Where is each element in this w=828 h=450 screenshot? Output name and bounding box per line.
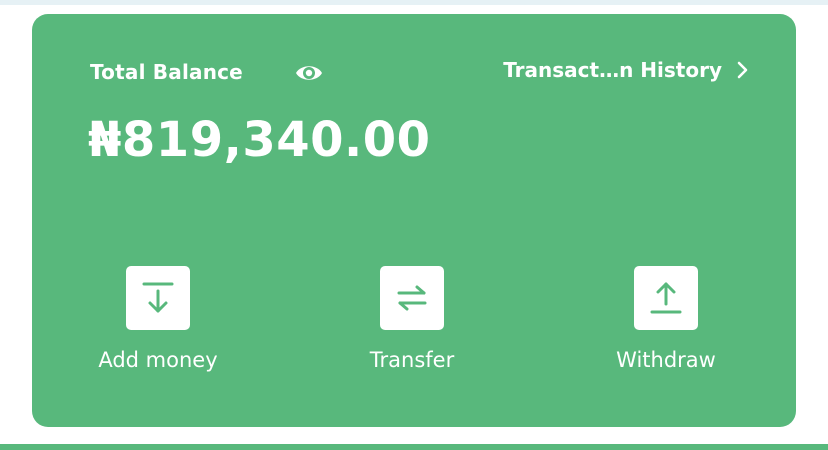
transaction-history-label: Transact…n History [503, 58, 722, 82]
transaction-history-link[interactable]: Transact…n History [503, 58, 750, 82]
wallet-balance-card: Total Balance Transact…n History ₦819,34… [32, 14, 796, 427]
balance-amount: ₦819,340.00 [88, 112, 431, 168]
top-divider [0, 0, 828, 5]
withdraw-tile[interactable] [634, 266, 698, 330]
add-money-label: Add money [98, 348, 218, 372]
bottom-divider [0, 444, 828, 450]
transfer-label: Transfer [369, 348, 455, 372]
add-money-tile[interactable] [126, 266, 190, 330]
withdraw-button[interactable]: Withdraw [576, 266, 756, 372]
total-balance-label: Total Balance [90, 60, 243, 84]
swap-arrows-icon [397, 285, 427, 311]
toggle-balance-visibility-button[interactable] [294, 60, 324, 86]
quick-actions: Add money Transfer Withdraw [32, 266, 796, 386]
upload-arrow-icon [650, 282, 682, 314]
withdraw-label: Withdraw [616, 348, 716, 372]
add-money-button[interactable]: Add money [68, 266, 248, 372]
transfer-tile[interactable] [380, 266, 444, 330]
transfer-button[interactable]: Transfer [322, 266, 502, 372]
eye-icon [296, 66, 322, 80]
download-arrow-icon [142, 282, 174, 313]
chevron-right-icon [737, 61, 748, 79]
